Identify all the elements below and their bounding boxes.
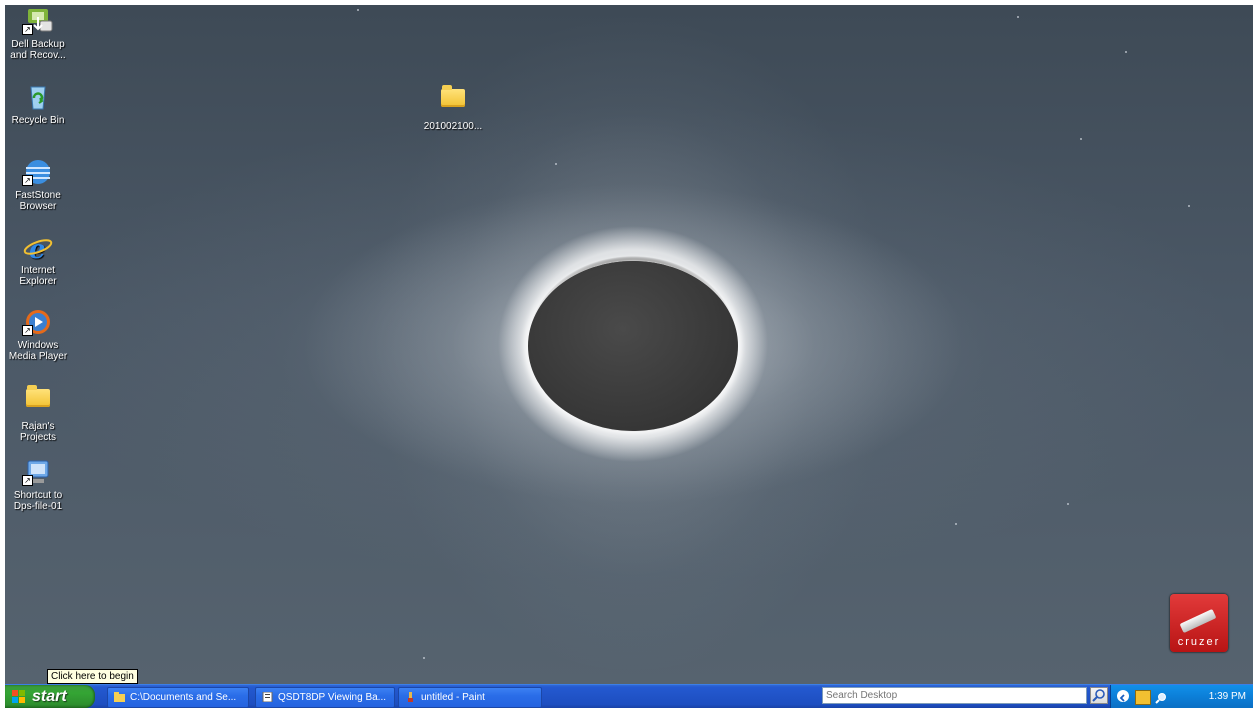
taskbar-item-label: untitled - Paint xyxy=(421,692,485,703)
star xyxy=(1188,205,1190,207)
desktop-icon-label: Recycle Bin xyxy=(11,115,65,126)
windows-media-player-icon: ↗ xyxy=(22,308,54,336)
taskbar-item-label: QSDT8DP Viewing Ba... xyxy=(278,692,387,703)
clock[interactable]: 1:39 PM xyxy=(1209,685,1246,708)
dell-backup-icon: ↗ xyxy=(22,7,54,35)
paint-icon xyxy=(408,692,413,702)
desktop-icon-label: 201002100... xyxy=(423,121,483,132)
search-desktop-input[interactable] xyxy=(822,687,1087,704)
cruzer-label: cruzer xyxy=(1177,636,1221,648)
taskbar-item-explorer[interactable]: C:\Documents and Se... xyxy=(107,687,249,708)
desktop-icon-dps-file-shortcut[interactable]: ↗ Shortcut to Dps-file-01 xyxy=(5,458,73,512)
desktop-icon-faststone[interactable]: ↗ FastStone Browser xyxy=(5,158,73,212)
desktop-icon-recycle-bin[interactable]: Recycle Bin xyxy=(5,83,73,126)
folder-icon xyxy=(437,85,469,117)
eclipse-moon-wallpaper xyxy=(528,261,738,431)
faststone-browser-icon: ↗ xyxy=(22,158,54,186)
star xyxy=(955,523,957,525)
internet-explorer-icon: e xyxy=(22,233,54,265)
windows-flag-icon xyxy=(12,690,25,703)
network-drive-icon: ↗ xyxy=(22,458,54,486)
folder-icon xyxy=(22,385,54,417)
star xyxy=(423,657,425,659)
desktop-icon-internet-explorer[interactable]: e Internet Explorer xyxy=(5,233,73,287)
taskbar-item-paint[interactable]: untitled - Paint xyxy=(398,687,542,708)
star xyxy=(555,163,557,165)
document-icon xyxy=(262,692,273,702)
start-tooltip: Click here to begin xyxy=(47,669,138,684)
tray-messenger-icon[interactable] xyxy=(1135,690,1151,705)
star xyxy=(1017,16,1019,18)
taskbar-item-label: C:\Documents and Se... xyxy=(130,692,237,703)
desktop-icon-dell-backup[interactable]: ↗ Dell Backup and Recov... xyxy=(5,7,73,61)
start-label: start xyxy=(32,688,67,705)
desktop-icon-label: Internet Explorer xyxy=(19,265,57,287)
desktop-icon-rajans-projects[interactable]: Rajan's Projects xyxy=(5,383,73,443)
desktop-icon-windows-media-player[interactable]: ↗ Windows Media Player xyxy=(5,308,73,362)
taskbar: start C:\Documents and Se... QSDT8DP Vie… xyxy=(5,684,1253,708)
star xyxy=(1080,138,1082,140)
folder-icon xyxy=(114,692,125,702)
usb-drive-icon xyxy=(1179,608,1217,634)
recycle-bin-icon xyxy=(22,83,54,111)
star xyxy=(357,9,359,11)
desktop-icon-label: FastStone Browser xyxy=(15,190,61,212)
desktop-icon-label: Rajan's Projects xyxy=(19,421,57,443)
desktop-icon-label: Dell Backup and Recov... xyxy=(10,39,66,61)
search-button[interactable] xyxy=(1090,687,1108,704)
start-button[interactable]: start xyxy=(5,685,95,708)
desktop-icon-folder-201002100[interactable]: 201002100... xyxy=(418,83,488,132)
tray-search-icon[interactable] xyxy=(1155,690,1167,704)
taskbar-item-qsdt8dp[interactable]: QSDT8DP Viewing Ba... xyxy=(255,687,395,708)
desktop-icon-label: Windows Media Player xyxy=(8,340,68,362)
star xyxy=(1125,51,1127,53)
system-tray: 1:39 PM xyxy=(1110,685,1253,708)
cruzer-usb-widget[interactable]: cruzer xyxy=(1170,594,1228,652)
svg-text:e: e xyxy=(29,235,46,261)
magnifier-icon xyxy=(1092,689,1105,702)
desktop-background: ↗ Dell Backup and Recov... Recycle Bin ↗… xyxy=(5,5,1253,684)
tray-show-hidden-icon[interactable] xyxy=(1117,690,1129,702)
desktop-icon-label: Shortcut to Dps-file-01 xyxy=(13,490,63,512)
star xyxy=(1067,503,1069,505)
